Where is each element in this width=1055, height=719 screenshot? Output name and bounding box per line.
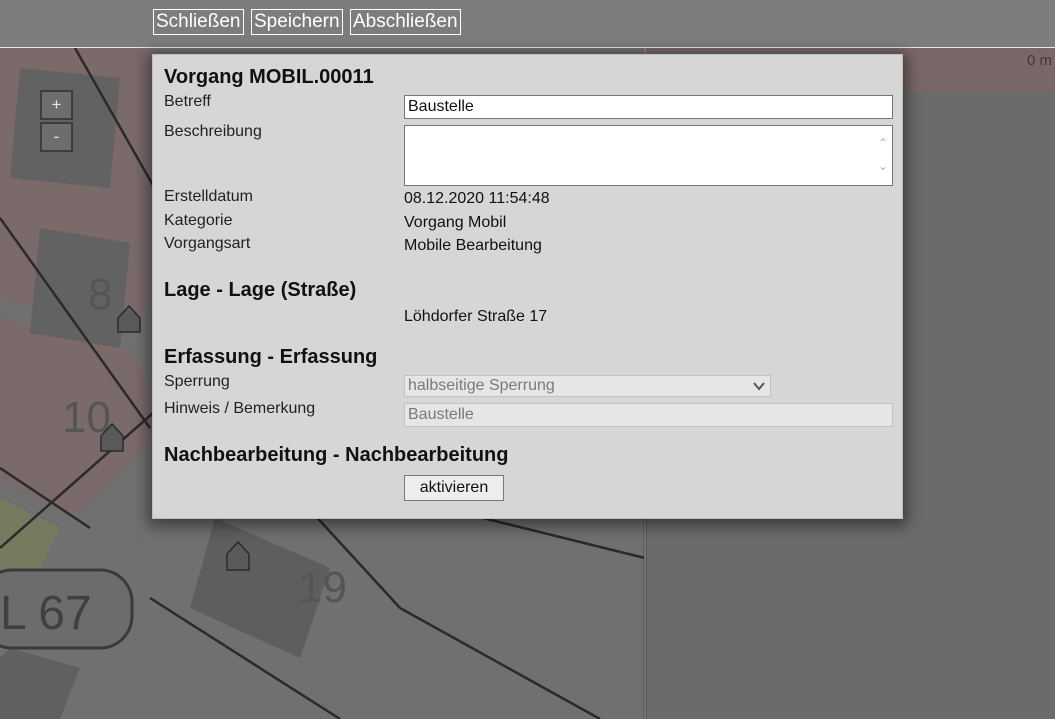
scroll-up-icon[interactable]: ⌃ xyxy=(876,136,890,150)
lage-heading: Lage - Lage (Straße) xyxy=(164,279,357,301)
nachbearbeitung-heading: Nachbearbeitung - Nachbearbeitung xyxy=(164,444,509,466)
hinweis-input[interactable]: Baustelle xyxy=(404,403,893,427)
betreff-label: Betreff xyxy=(164,93,211,110)
kategorie-label: Kategorie xyxy=(164,212,233,229)
beschreibung-label: Beschreibung xyxy=(164,123,262,140)
sperrung-select[interactable]: halbseitige Sperrung xyxy=(404,375,771,397)
activate-button[interactable]: aktivieren xyxy=(404,475,504,501)
beschreibung-textarea[interactable]: ⌃ ⌄ xyxy=(404,125,893,186)
close-button[interactable]: Schließen xyxy=(153,9,244,35)
vorgangsart-label: Vorgangsart xyxy=(164,235,251,252)
sperrung-selected-value: halbseitige Sperrung xyxy=(408,377,555,394)
scale-bar-label: 0 m xyxy=(1026,52,1052,69)
zoom-out-button[interactable]: - xyxy=(40,122,73,152)
sperrung-label: Sperrung xyxy=(164,373,230,390)
house-number-label: 8 xyxy=(88,270,113,319)
lage-address: Löhdorfer Straße 17 xyxy=(404,308,548,325)
zoom-in-button[interactable]: + xyxy=(40,90,73,120)
house-number-label: 10 xyxy=(62,393,111,442)
erfassung-heading: Erfassung - Erfassung xyxy=(164,346,378,368)
kategorie-value: Vorgang Mobil xyxy=(404,214,507,231)
betreff-input[interactable]: Baustelle xyxy=(404,95,893,119)
top-toolbar: Schließen Speichern Abschließen xyxy=(0,0,1055,48)
save-button[interactable]: Speichern xyxy=(251,9,343,35)
vorgangsart-value: Mobile Bearbeitung xyxy=(404,237,542,254)
erstelldatum-label: Erstelldatum xyxy=(164,188,253,205)
road-label: L 67 xyxy=(0,587,92,640)
dialog-title: Vorgang MOBIL.00011 xyxy=(164,66,374,88)
chevron-down-icon xyxy=(753,382,765,391)
house-number-label: 19 xyxy=(298,563,347,612)
erstelldatum-value: 08.12.2020 11:54:48 xyxy=(404,190,550,207)
vorgang-dialog: Vorgang MOBIL.00011 Betreff Baustelle Be… xyxy=(152,54,903,519)
scroll-down-icon[interactable]: ⌄ xyxy=(876,159,890,173)
finish-button[interactable]: Abschließen xyxy=(350,9,461,35)
hinweis-label: Hinweis / Bemerkung xyxy=(164,400,316,417)
